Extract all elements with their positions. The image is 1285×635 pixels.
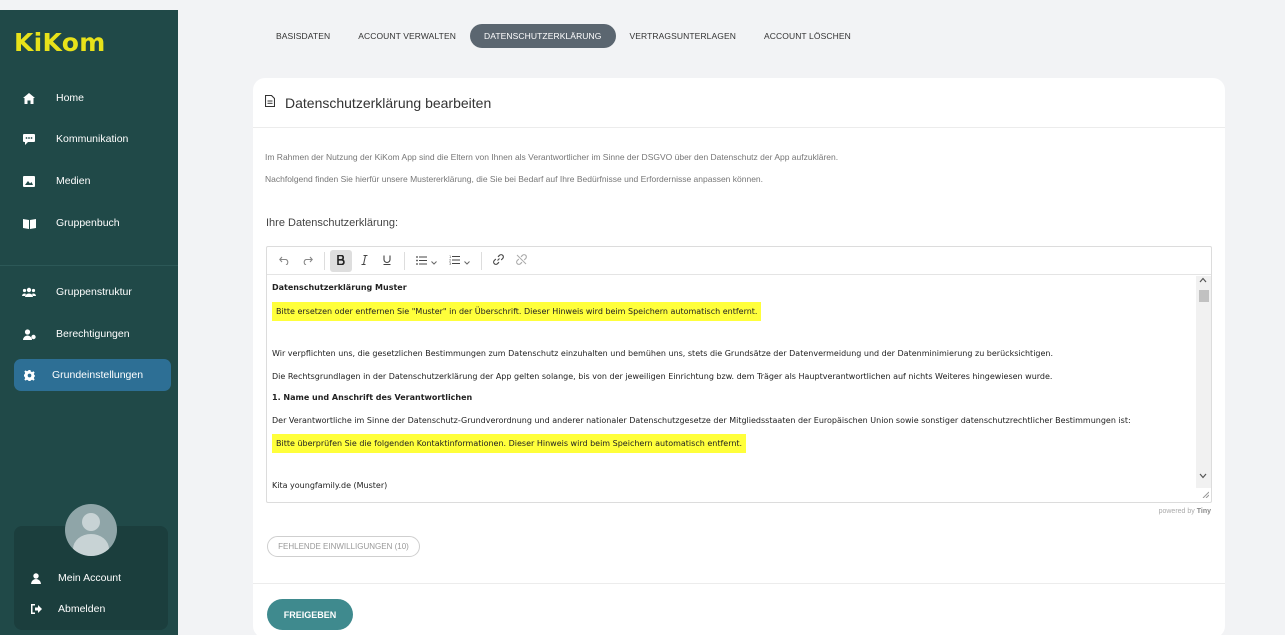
sidebar-item-kommunikation[interactable]: Kommunikation xyxy=(14,123,171,155)
italic-icon xyxy=(361,254,368,268)
sidebar-item-berechtigungen[interactable]: Berechtigungen xyxy=(14,318,171,350)
document-icon xyxy=(264,94,276,112)
image-icon xyxy=(14,175,44,187)
tab-vertragsunterlagen[interactable]: VERTRAGSUNTERLAGEN xyxy=(616,24,751,48)
chevron-down-icon[interactable] xyxy=(1199,472,1207,481)
sidebar-item-label: Gruppenstruktur xyxy=(56,286,132,298)
sidebar-divider xyxy=(0,265,178,266)
svg-text:3: 3 xyxy=(449,262,451,265)
bold-icon xyxy=(337,254,345,268)
sidebar-item-home[interactable]: Home xyxy=(14,82,171,114)
my-account-link[interactable]: Mein Account xyxy=(28,572,121,584)
undo-icon xyxy=(278,254,290,268)
chevron-down-icon xyxy=(430,254,437,268)
settings-tabs: BASISDATEN ACCOUNT VERWALTEN DATENSCHUTZ… xyxy=(262,24,865,48)
gear-icon xyxy=(14,369,44,381)
toolbar-separator xyxy=(324,251,325,270)
avatar[interactable] xyxy=(65,504,117,556)
editor-notice-2: Bitte überprüfen Sie die folgenden Konta… xyxy=(272,434,747,453)
chevron-down-icon xyxy=(463,254,470,268)
card-title: Datenschutzerklärung bearbeiten xyxy=(285,94,492,111)
intro-text-1: Im Rahmen der Nutzung der KiKom App sind… xyxy=(265,152,839,162)
tab-account-loeschen[interactable]: ACCOUNT LÖSCHEN xyxy=(750,24,865,48)
tab-account-verwalten[interactable]: ACCOUNT VERWALTEN xyxy=(344,24,470,48)
bold-button[interactable] xyxy=(330,249,352,272)
editor-paragraph-3: Der Verantwortliche im Sinne der Datensc… xyxy=(272,416,1131,425)
powered-by-brand: Tiny xyxy=(1196,508,1211,515)
sidebar-item-label: Kommunikation xyxy=(56,133,129,145)
logout-link[interactable]: Abmelden xyxy=(28,603,105,615)
sidebar-item-medien[interactable]: Medien xyxy=(14,165,171,197)
user-icon xyxy=(28,572,44,584)
sidebar-item-gruppenbuch[interactable]: Gruppenbuch xyxy=(14,207,171,239)
editor-paragraph-2: Die Rechtsgrundlagen in der Datenschutze… xyxy=(272,372,1053,381)
logout-icon xyxy=(28,604,44,614)
editor-content[interactable]: Datenschutzerklärung Muster Bitte ersetz… xyxy=(267,276,1195,502)
powered-by[interactable]: powered by Tiny xyxy=(1159,508,1211,515)
editor-section-heading: 1. Name und Anschrift des Verantwortlich… xyxy=(272,393,473,402)
underline-icon xyxy=(383,254,391,268)
card-header: Datenschutzerklärung bearbeiten xyxy=(253,78,1225,128)
italic-button[interactable] xyxy=(353,250,375,272)
card-divider xyxy=(253,583,1225,584)
editor-paragraph-1: Wir verpflichten uns, die gesetzlichen B… xyxy=(272,349,1054,358)
unlink-button[interactable] xyxy=(510,250,532,272)
redo-icon xyxy=(302,254,313,268)
sidebar-item-grundeinstellungen[interactable]: Grundeinstellungen xyxy=(14,359,171,391)
app-logo[interactable]: KiKom xyxy=(14,28,106,57)
sidebar-item-label: Home xyxy=(56,92,85,104)
numbered-list-button[interactable]: 123 xyxy=(443,250,475,272)
sidebar-item-label: Medien xyxy=(56,175,91,187)
editor-toolbar: 123 xyxy=(267,247,1211,275)
group-icon xyxy=(14,287,44,297)
sidebar: KiKom Home Kommunikation Medien Gruppenb… xyxy=(0,10,178,635)
privacy-policy-card: Datenschutzerklärung bearbeiten Im Rahme… xyxy=(253,78,1225,635)
redo-button[interactable] xyxy=(296,250,318,272)
submit-button[interactable]: FREIGEBEN xyxy=(267,599,353,630)
notice-highlight: Bitte ersetzen oder entfernen Sie "Muste… xyxy=(272,302,762,321)
bullet-list-icon xyxy=(415,254,427,268)
editor-scrollbar[interactable] xyxy=(1196,276,1211,488)
logout-label: Abmelden xyxy=(58,603,106,615)
user-permission-icon xyxy=(14,328,44,340)
section-label: Ihre Datenschutzerklärung: xyxy=(266,217,399,229)
resize-handle-icon[interactable] xyxy=(1202,491,1210,500)
sidebar-item-label: Berechtigungen xyxy=(56,328,130,340)
home-icon xyxy=(14,92,44,104)
tab-basisdaten[interactable]: BASISDATEN xyxy=(262,24,344,48)
intro-text-2: Nachfolgend finden Sie hierfür unsere Mu… xyxy=(265,174,764,184)
sidebar-item-gruppenstruktur[interactable]: Gruppenstruktur xyxy=(14,276,171,308)
sidebar-item-label: Grundeinstellungen xyxy=(52,369,144,381)
tab-datenschutzerklaerung[interactable]: DATENSCHUTZERKLÄRUNG xyxy=(469,24,616,48)
missing-consents-button[interactable]: FEHLENDE EINWILLIGUNGEN (10) xyxy=(267,536,420,557)
scrollbar-thumb[interactable] xyxy=(1199,290,1209,302)
chat-icon xyxy=(14,133,44,145)
editor-heading: Datenschutzerklärung Muster xyxy=(272,283,407,292)
sidebar-item-label: Gruppenbuch xyxy=(56,217,120,229)
numbered-list-icon: 123 xyxy=(449,254,460,268)
toolbar-separator xyxy=(404,251,405,270)
link-icon xyxy=(492,253,504,268)
my-account-label: Mein Account xyxy=(58,572,122,584)
avatar-body xyxy=(73,534,109,556)
chevron-up-icon[interactable] xyxy=(1199,276,1207,285)
editor-partial-line: Kita youngfamily.de (Muster) xyxy=(272,481,388,490)
underline-button[interactable] xyxy=(376,250,398,272)
unlink-icon xyxy=(515,253,527,268)
avatar-head xyxy=(82,513,100,531)
editor-notice-1: Bitte ersetzen oder entfernen Sie "Muste… xyxy=(272,302,762,321)
toolbar-separator xyxy=(481,251,482,270)
rich-text-editor[interactable]: 123 Datenschutzerklärung Muster Bitte er… xyxy=(266,246,1212,503)
book-icon xyxy=(14,218,44,229)
powered-by-label: powered by xyxy=(1158,508,1195,515)
account-panel: Mein Account Abmelden xyxy=(14,504,168,630)
link-button[interactable] xyxy=(487,250,509,272)
notice-highlight: Bitte überprüfen Sie die folgenden Konta… xyxy=(272,434,747,453)
undo-button[interactable] xyxy=(273,250,295,272)
bullet-list-button[interactable] xyxy=(410,250,442,272)
